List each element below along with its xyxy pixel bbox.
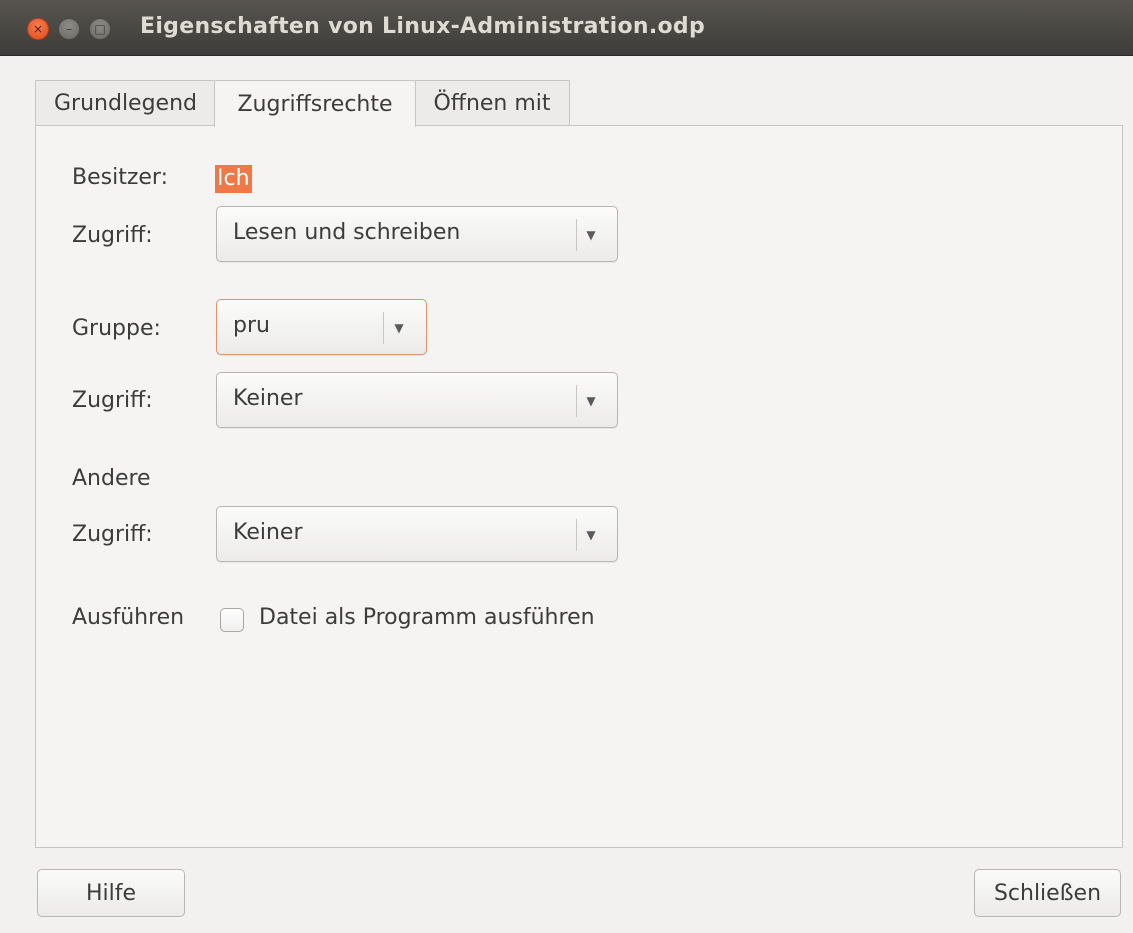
others-access-value: Keiner bbox=[233, 520, 303, 545]
close-glyph: × bbox=[32, 22, 44, 36]
others-access-label: Zugriff: bbox=[72, 522, 153, 547]
chevron-down-icon: ▼ bbox=[586, 394, 596, 408]
group-access-dropdown[interactable]: Keiner ▼ bbox=[216, 372, 618, 428]
dropdown-separator bbox=[576, 385, 577, 417]
execute-checkbox[interactable] bbox=[220, 608, 244, 632]
tab-zugriffsrechte[interactable]: Zugriffsrechte bbox=[214, 80, 416, 127]
chevron-down-icon: ▼ bbox=[394, 321, 404, 335]
window-title: Eigenschaften von Linux-Administration.o… bbox=[140, 14, 706, 39]
owner-access-value: Lesen und schreiben bbox=[233, 220, 461, 245]
owner-access-label: Zugriff: bbox=[72, 223, 153, 248]
maximize-glyph: □ bbox=[94, 22, 106, 36]
others-access-dropdown[interactable]: Keiner ▼ bbox=[216, 506, 618, 562]
help-button[interactable]: Hilfe bbox=[37, 869, 185, 917]
execute-checkbox-label[interactable]: Datei als Programm ausführen bbox=[259, 605, 595, 630]
owner-value: Ich bbox=[215, 165, 252, 193]
group-access-value: Keiner bbox=[233, 386, 303, 411]
tab-grundlegend[interactable]: Grundlegend bbox=[35, 80, 215, 126]
group-dropdown[interactable]: pru ▼ bbox=[216, 299, 427, 355]
close-button[interactable]: Schließen bbox=[974, 869, 1121, 917]
owner-access-dropdown[interactable]: Lesen und schreiben ▼ bbox=[216, 206, 618, 262]
chevron-down-icon: ▼ bbox=[586, 228, 596, 242]
group-value: pru bbox=[233, 313, 270, 338]
tab-oeffnen-mit[interactable]: Öffnen mit bbox=[415, 80, 570, 126]
title-bar: × – □ Eigenschaften von Linux-Administra… bbox=[0, 0, 1133, 56]
dropdown-separator bbox=[576, 219, 577, 251]
owner-label: Besitzer: bbox=[72, 165, 168, 190]
tab-label: Öffnen mit bbox=[433, 91, 551, 116]
execute-label: Ausführen bbox=[72, 605, 185, 630]
chevron-down-icon: ▼ bbox=[586, 528, 596, 542]
group-access-label: Zugriff: bbox=[72, 388, 153, 413]
others-label: Andere bbox=[72, 466, 151, 491]
group-label: Gruppe: bbox=[72, 316, 161, 341]
tab-label: Grundlegend bbox=[54, 91, 197, 116]
close-window-icon[interactable]: × bbox=[27, 18, 49, 40]
dropdown-separator bbox=[576, 519, 577, 551]
dropdown-separator bbox=[383, 312, 384, 344]
minimize-glyph: – bbox=[66, 22, 72, 36]
tab-label: Zugriffsrechte bbox=[237, 91, 393, 117]
minimize-window-icon[interactable]: – bbox=[58, 18, 80, 40]
maximize-window-icon[interactable]: □ bbox=[89, 18, 111, 40]
